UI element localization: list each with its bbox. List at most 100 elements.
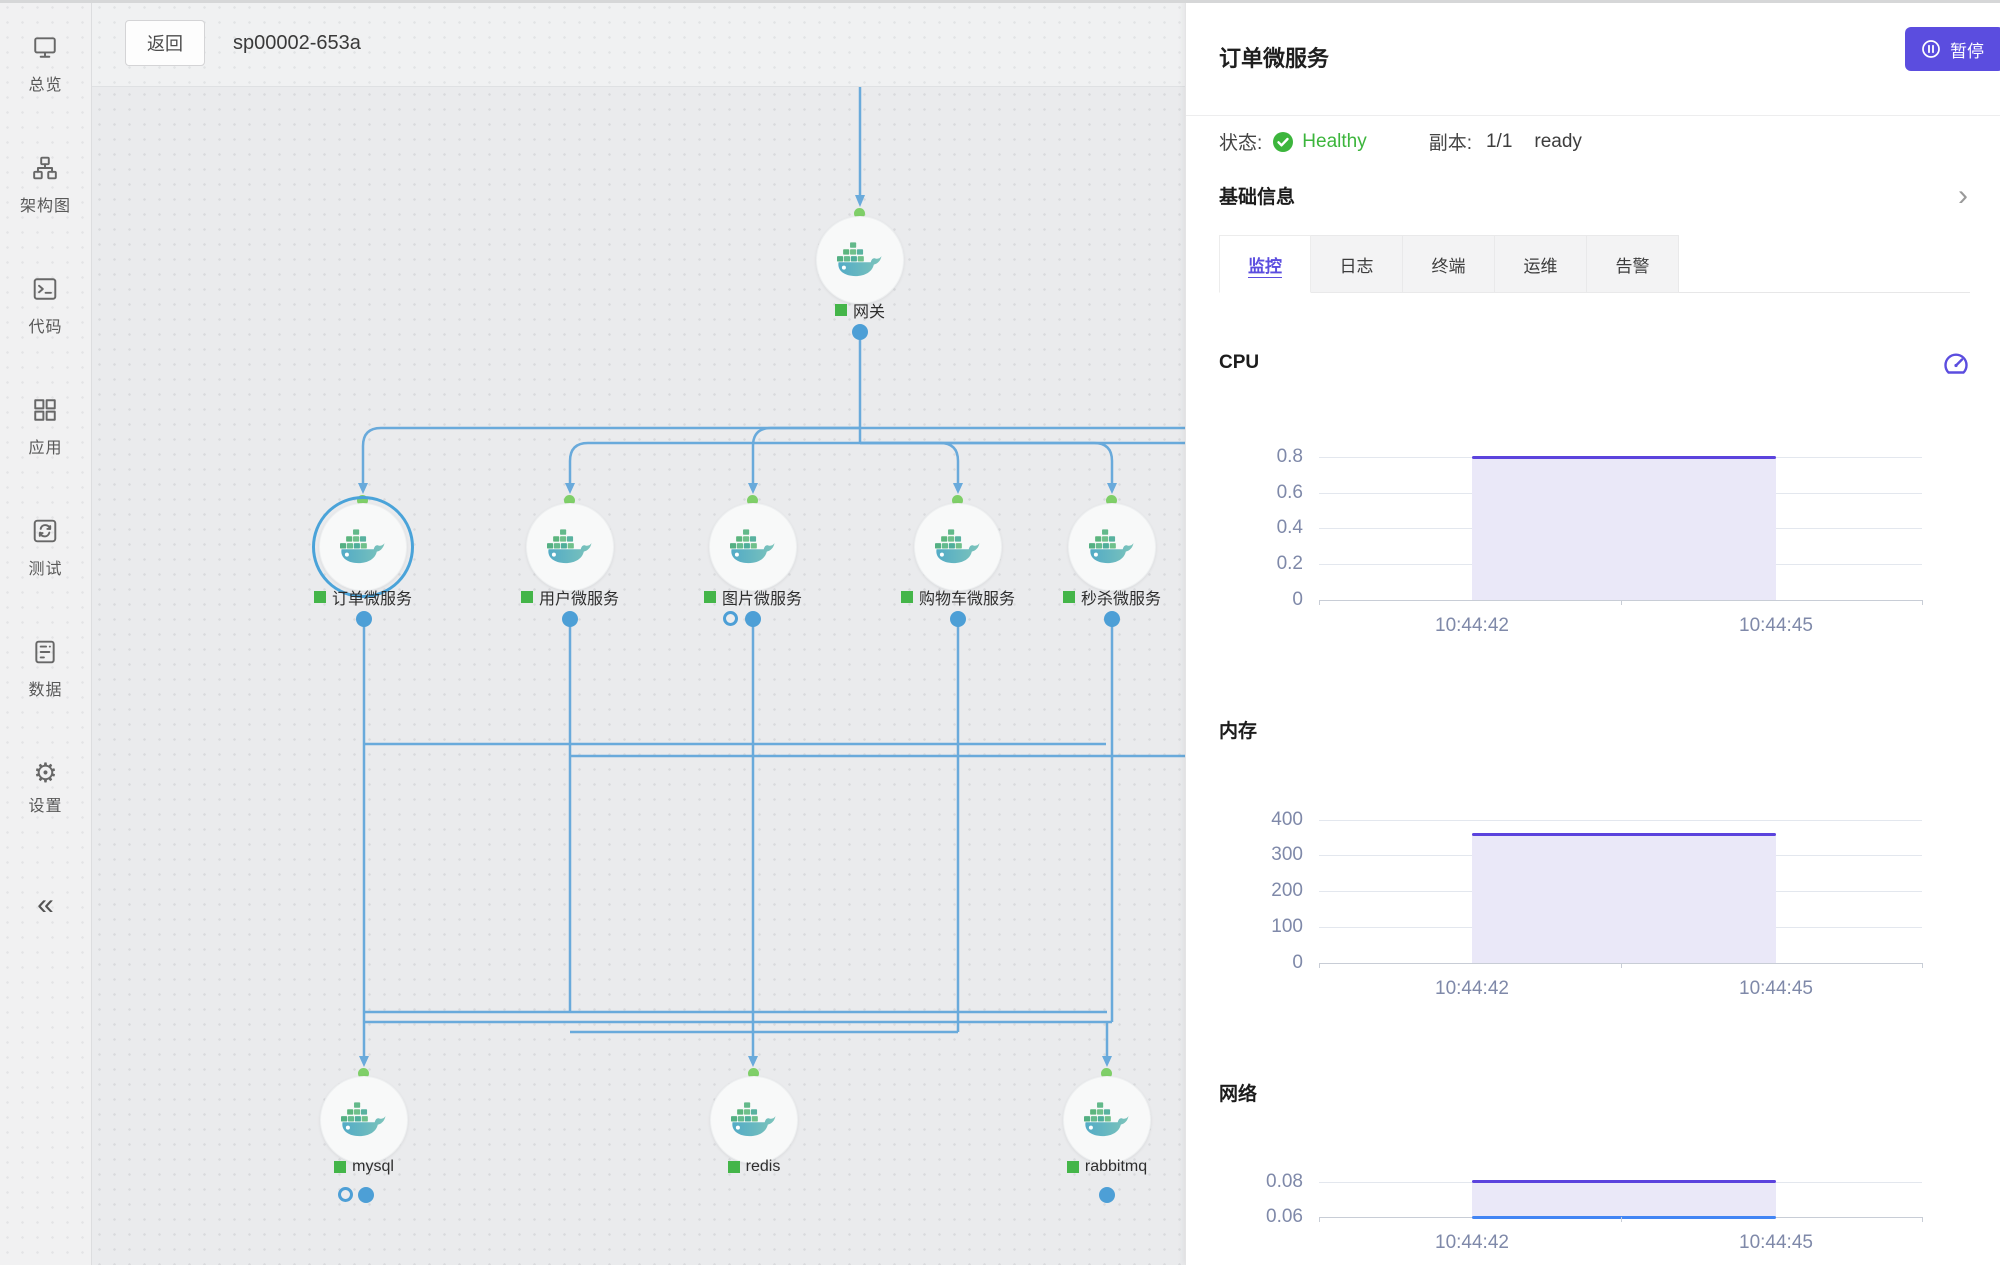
y-tick-label: 0.06	[1207, 1206, 1303, 1228]
series-area-fill	[1472, 1182, 1776, 1218]
sidebar-item-label: 代码	[28, 313, 62, 337]
datastore-port-ring	[338, 1187, 353, 1202]
status-row: 状态: Healthy 副本: 1/1 ready	[1219, 128, 1970, 155]
node-label-gateway: 网关	[760, 298, 960, 322]
service-port-ring	[723, 611, 738, 626]
x-tick-label: 10:44:42	[1392, 978, 1552, 1000]
x-tick-label: 10:44:45	[1696, 978, 1856, 1000]
pause-button[interactable]: 暂停	[1905, 27, 2000, 71]
docker-whale-icon	[731, 1102, 777, 1138]
gateway-output-dot	[852, 324, 868, 340]
cpu-chart: 0.80.60.40.2010:44:4210:44:45	[1319, 457, 1922, 646]
node-order-service[interactable]	[319, 503, 407, 591]
main-area: 返回 sp00002-653a	[92, 0, 1185, 1265]
series-line-net-low	[1472, 1216, 1776, 1219]
status-square-icon	[314, 591, 326, 603]
series-line-memory	[1472, 833, 1776, 836]
sidebar: 总览 架构图 代码 应用 测试	[0, 0, 92, 1265]
series-area-fill	[1472, 457, 1776, 600]
panel-header: 订单微服务 暂停	[1219, 0, 1970, 90]
replicas-value: 1/1	[1486, 131, 1512, 153]
sidebar-item-architecture[interactable]: 架构图	[20, 155, 71, 216]
docker-whale-icon	[547, 529, 593, 565]
docker-whale-icon	[837, 242, 883, 278]
y-tick-label: 400	[1207, 809, 1303, 831]
status-square-icon	[521, 591, 533, 603]
sidebar-item-overview[interactable]: 总览	[28, 34, 62, 95]
x-axis-tick	[1621, 600, 1622, 605]
terminal-code-icon	[32, 276, 58, 307]
architecture-canvas[interactable]: 网关 订单微服务 用户微服务	[92, 87, 1185, 1265]
node-user-service[interactable]	[526, 503, 614, 591]
node-label-image: 图片微服务	[653, 585, 853, 609]
node-redis[interactable]	[710, 1076, 798, 1164]
node-rabbitmq[interactable]	[1063, 1076, 1151, 1164]
sidebar-item-label: 总览	[28, 71, 62, 95]
x-axis-tick	[1319, 1217, 1320, 1222]
back-button[interactable]: 返回	[125, 20, 205, 66]
datastore-port-dot	[358, 1187, 374, 1203]
sidebar-collapse-button[interactable]: «	[37, 888, 54, 922]
tab-operations[interactable]: 运维	[1495, 235, 1587, 293]
y-tick-label: 0.08	[1207, 1171, 1303, 1193]
status-square-icon	[1063, 591, 1075, 603]
status-square-icon	[901, 591, 913, 603]
node-image-service[interactable]	[709, 503, 797, 591]
sidebar-item-label: 测试	[28, 555, 62, 579]
status-square-icon	[835, 304, 847, 316]
sidebar-item-label: 架构图	[20, 192, 71, 216]
tab-monitoring[interactable]: 监控	[1219, 235, 1311, 293]
test-loop-icon	[32, 518, 58, 549]
sidebar-item-test[interactable]: 测试	[28, 518, 62, 579]
network-section-header: 网络	[1219, 1079, 1970, 1106]
divider	[1186, 115, 2000, 116]
sidebar-item-apps[interactable]: 应用	[28, 397, 62, 458]
diagram-topbar: 返回 sp00002-653a	[92, 0, 1185, 87]
status-square-icon	[728, 1161, 740, 1173]
y-tick-label: 0.8	[1207, 446, 1303, 468]
series-line-net-high	[1472, 1180, 1776, 1183]
tab-terminal[interactable]: 终端	[1403, 235, 1495, 293]
memory-chart: 400300200100010:44:4210:44:45	[1319, 820, 1922, 1009]
y-tick-label: 200	[1207, 880, 1303, 902]
node-seckill-service[interactable]	[1068, 503, 1156, 591]
sidebar-item-settings[interactable]: ⚙ 设置	[28, 760, 62, 816]
detail-panel: 订单微服务 暂停 状态: Healthy 副本: 1/1 ready 基础信息 …	[1185, 0, 2000, 1265]
x-axis-tick	[1922, 963, 1923, 968]
tab-logs[interactable]: 日志	[1311, 235, 1403, 293]
sidebar-item-label: 设置	[28, 792, 62, 816]
chevron-right-icon[interactable]: ›	[1958, 186, 1970, 206]
memory-chart-title: 内存	[1219, 716, 1257, 743]
node-cart-service[interactable]	[914, 503, 1002, 591]
gauge-icon[interactable]	[1942, 349, 1970, 377]
basic-info-row[interactable]: 基础信息 ›	[1219, 182, 1970, 209]
docker-whale-icon	[1084, 1102, 1130, 1138]
panel-tabs: 监控 日志 终端 运维 告警	[1219, 235, 1970, 293]
x-axis-tick	[1621, 1217, 1622, 1222]
service-output-dot	[562, 611, 578, 627]
x-tick-label: 10:44:45	[1696, 1232, 1856, 1254]
diagram-edges	[92, 87, 1185, 1265]
service-output-dot	[950, 611, 966, 627]
sidebar-item-data[interactable]: 数据	[28, 639, 62, 700]
node-gateway[interactable]	[816, 216, 904, 304]
status-square-icon	[1067, 1161, 1079, 1173]
node-mysql[interactable]	[320, 1076, 408, 1164]
node-label-mysql: mysql	[264, 1158, 464, 1176]
docker-whale-icon	[1089, 529, 1135, 565]
healthy-check-icon	[1272, 131, 1294, 153]
cpu-chart-title: CPU	[1219, 352, 1259, 374]
space-id-title: sp00002-653a	[233, 32, 361, 55]
y-tick-label: 100	[1207, 916, 1303, 938]
node-label-user: 用户微服务	[470, 585, 670, 609]
y-tick-label: 0	[1207, 952, 1303, 974]
sidebar-item-code[interactable]: 代码	[28, 276, 62, 337]
node-label-order: 订单微服务	[263, 585, 463, 609]
x-tick-label: 10:44:45	[1696, 615, 1856, 637]
panel-title: 订单微服务	[1219, 41, 1329, 73]
overview-monitor-icon	[32, 34, 58, 65]
y-tick-label: 0.2	[1207, 553, 1303, 575]
tab-alerts[interactable]: 告警	[1587, 235, 1679, 293]
docker-whale-icon	[341, 1102, 387, 1138]
service-output-dot	[745, 611, 761, 627]
